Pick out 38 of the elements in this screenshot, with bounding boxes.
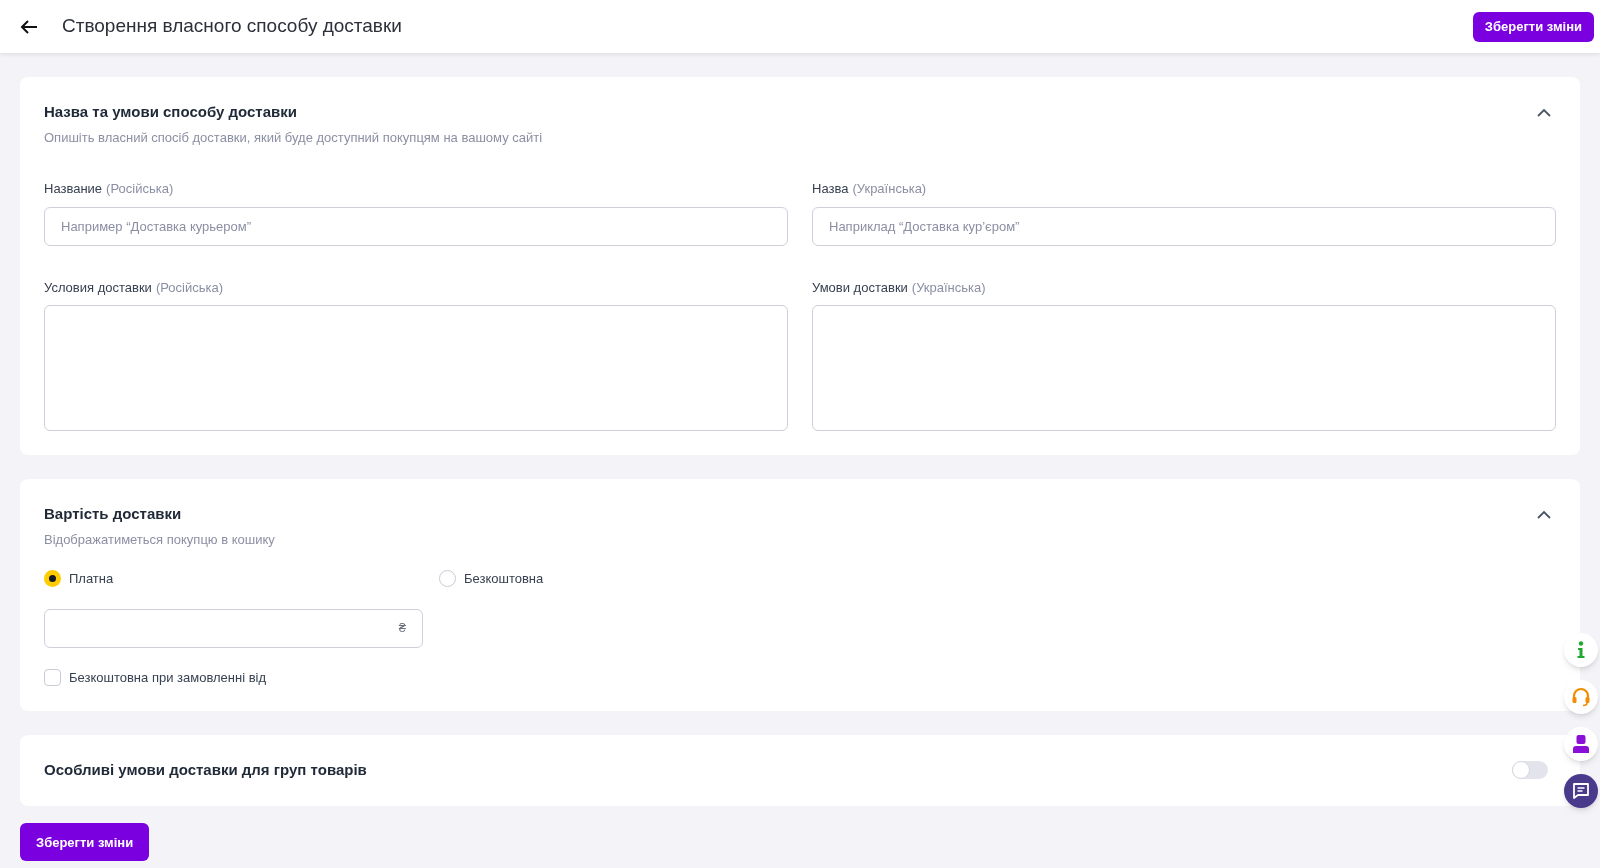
info-icon: [1577, 641, 1585, 659]
radio-label: Безкоштовна: [464, 570, 544, 588]
section-subtitle: Опишіть власний спосіб доставки, який буде доступний покупцям на вашому сайті: [44, 128, 543, 147]
save-button[interactable]: Зберегти зміни: [20, 823, 150, 862]
field-hint: (Українська): [852, 180, 927, 198]
field-label: Название: [44, 180, 103, 198]
support-button[interactable]: [1564, 680, 1598, 714]
chevron-icon: [1536, 108, 1552, 118]
chat-button[interactable]: [1564, 774, 1598, 808]
chat-icon: [1572, 782, 1590, 800]
currency-sign: ₴: [398, 619, 406, 638]
user-icon: [1572, 734, 1590, 754]
chevron-icon: [1536, 510, 1552, 520]
price-field[interactable]: ₴: [44, 608, 423, 648]
field-hint: (Російська): [106, 180, 174, 198]
page-title: Створення власного способу доставки: [62, 14, 402, 39]
info-button[interactable]: [1564, 633, 1598, 667]
text-field[interactable]: Наприклад “Доставка кур’єром”: [812, 206, 1556, 246]
field-label: Умови доставки: [812, 278, 908, 297]
field-label: Назва: [812, 180, 849, 198]
checkbox[interactable]: [44, 668, 61, 686]
section-title: Вартість доставки: [44, 504, 183, 524]
checkbox-label: Безкоштовна при замовленні від: [69, 668, 267, 687]
back-arrow-icon: [20, 18, 38, 35]
radio-label: Платна: [69, 570, 114, 588]
radio-button[interactable]: [44, 570, 61, 588]
text-field[interactable]: Например “Доставка курьером”: [44, 206, 788, 246]
field-hint: (Українська): [911, 278, 986, 297]
field-hint: (Російська): [155, 278, 223, 297]
field-label: Условия доставки: [44, 278, 152, 297]
save-button[interactable]: Зберегти зміни: [1472, 11, 1594, 42]
section-subtitle: Відображатиметься покупцю в кошику: [44, 530, 275, 549]
toggle-switch[interactable]: [1512, 761, 1548, 780]
radio-button[interactable]: [439, 570, 456, 588]
user-button[interactable]: [1564, 727, 1598, 761]
section-title: Назва та умови способу доставки: [44, 102, 298, 122]
section-title: Особливі умови доставки для груп товарів: [44, 760, 367, 780]
headset-icon: [1571, 687, 1591, 707]
